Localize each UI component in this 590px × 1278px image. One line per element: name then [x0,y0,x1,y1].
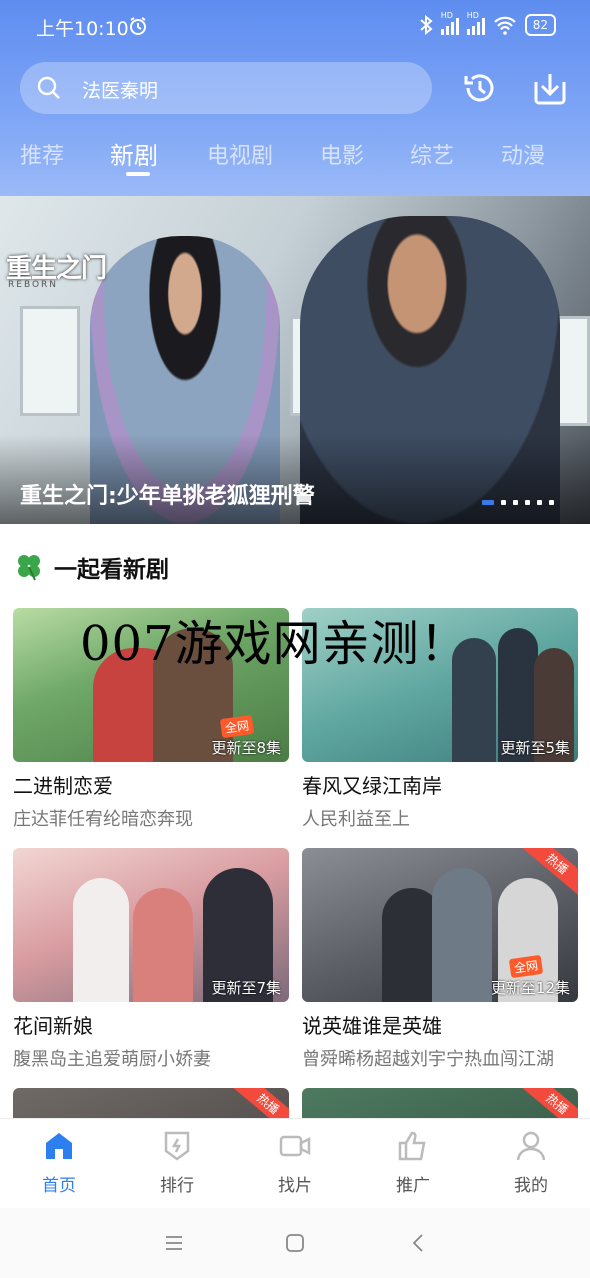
wifi-icon [493,16,516,35]
search-bar[interactable]: 法医秦明 [20,62,432,114]
user-icon [516,1131,546,1161]
home-icon [46,1133,72,1159]
drama-description: 人民利益至上 [302,809,410,830]
status-right: HD HD 82 [419,11,556,36]
drama-title: 说英雄谁是英雄 [302,1014,442,1038]
watermark-text: 007游戏网亲测！ [80,616,469,672]
tab-anime[interactable]: 动漫 [501,138,545,170]
drama-title: 花间新娘 [13,1014,93,1038]
back-icon[interactable] [408,1232,430,1254]
section-header: 一起看新剧 [14,550,169,584]
nav-promote[interactable]: 推广 [373,1129,453,1196]
poster-figure [73,878,129,1002]
alarm-icon [130,17,146,35]
system-navigation-bar [0,1208,590,1278]
drama-description: 曾舜晞杨超越刘宇宁热血闯江湖 [302,1049,554,1070]
home-square-icon[interactable] [284,1232,306,1254]
history-icon[interactable] [460,68,500,108]
status-bar: 上午10:10 HD HD 82 [0,0,590,54]
drama-card[interactable]: 热播 全网 更新至12集 说英雄谁是英雄 曾舜晞杨超越刘宇宁热血闯江湖 [302,848,578,1071]
update-status: 更新至8集 [211,739,281,757]
nav-label: 我的 [514,1176,548,1196]
tab-movie[interactable]: 电影 [320,138,364,170]
download-icon[interactable] [530,68,570,108]
drama-title: 二进制恋爱 [13,774,113,798]
drama-thumbnail: 更新至7集 [13,848,289,1002]
banner-dot[interactable] [537,500,542,505]
ranking-icon [164,1131,190,1161]
drama-card[interactable]: 更新至7集 花间新娘 腹黑岛主追爱萌厨小娇妻 [13,848,289,1071]
drama-description: 庄达菲任宥纶暗恋奔现 [13,809,193,830]
nav-find[interactable]: 找片 [255,1129,335,1196]
network-label-1: HD [440,11,453,20]
update-status: 更新至5集 [500,739,570,757]
clover-icon [18,555,40,581]
nav-label: 排行 [160,1176,194,1196]
tab-tv-series[interactable]: 电视剧 [207,138,273,170]
poster-figure [133,888,193,1002]
update-status: 更新至7集 [211,979,281,997]
thumbs-up-icon [398,1131,426,1161]
tab-new-drama[interactable]: 新剧 [110,136,158,171]
nav-label: 推广 [396,1176,430,1196]
bottom-nav: 首页 排行 找片 推广 我的 [0,1118,590,1208]
nav-mine[interactable]: 我的 [491,1129,571,1196]
nav-label: 找片 [278,1176,312,1196]
banner-dot[interactable] [525,500,530,505]
signal-1-icon: HD [440,11,459,35]
quanwang-badge: 全网 [219,714,255,739]
banner-dot[interactable] [501,500,506,505]
banner-dot[interactable] [513,500,518,505]
signal-2-icon: HD [466,11,485,35]
nav-ranking[interactable]: 排行 [137,1129,217,1196]
drama-title: 春风又绿江南岸 [302,774,442,798]
update-status: 更新至12集 [490,979,570,997]
banner-dot[interactable] [549,500,554,505]
hero-banner[interactable]: 重生之门 REBORN 重生之门:少年单挑老狐狸刑警 [0,196,590,524]
banner-dot[interactable] [482,500,494,505]
category-tabs: 推荐 新剧 电视剧 电影 综艺 动漫 [0,128,590,178]
poster-figure [432,868,492,1002]
banner-show-logo-sub: REBORN [8,280,59,290]
bluetooth-icon [420,15,433,35]
search-icon [37,76,60,99]
banner-caption: 重生之门:少年单挑老狐狸刑警 [20,484,315,509]
nav-label: 首页 [42,1176,76,1196]
search-placeholder: 法医秦明 [82,80,159,102]
status-time: 上午10:10 [36,18,129,40]
tab-variety[interactable]: 综艺 [410,138,454,170]
menu-icon[interactable] [163,1232,185,1254]
battery-indicator: 82 [524,14,556,36]
drama-thumbnail: 热播 全网 更新至12集 [302,848,578,1002]
video-camera-icon [279,1135,311,1157]
tab-recommend[interactable]: 推荐 [20,138,64,170]
active-tab-indicator [126,172,150,176]
section-title: 一起看新剧 [54,557,169,583]
banner-window [20,306,80,416]
banner-pagination [482,500,554,505]
nav-home[interactable]: 首页 [19,1129,99,1196]
network-label-2: HD [466,11,479,20]
drama-description: 腹黑岛主追爱萌厨小娇妻 [13,1049,211,1070]
